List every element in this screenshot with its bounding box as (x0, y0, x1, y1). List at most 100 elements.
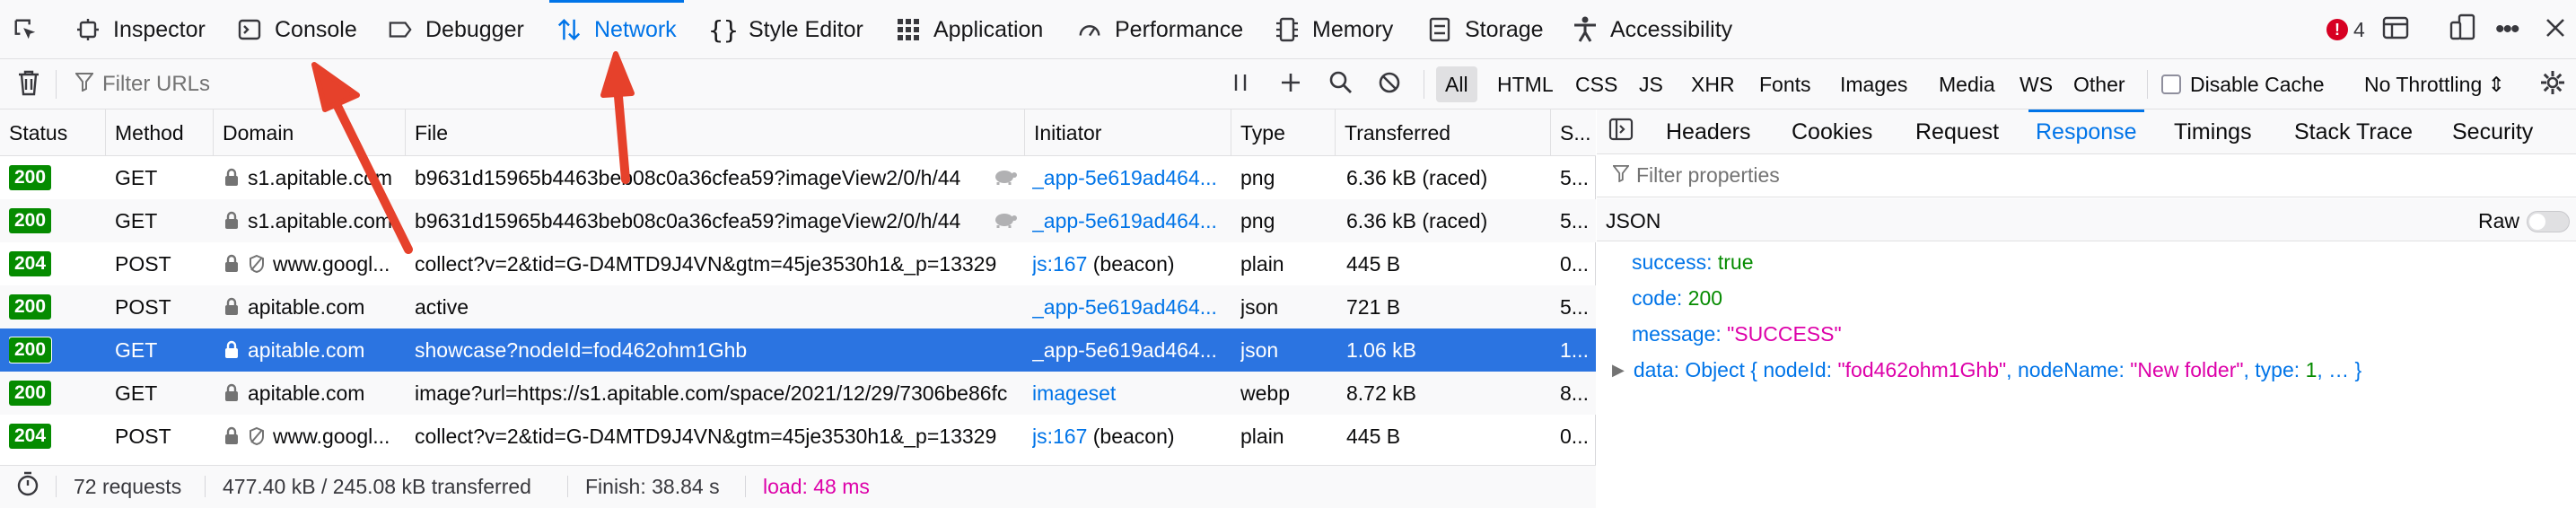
tab-console[interactable]: Console (237, 0, 357, 59)
table-row[interactable]: 200 GET s1.apitable.com b9631d15965b4463beb… (0, 156, 1596, 199)
cell-method: POST (115, 285, 210, 328)
tab-memory[interactable]: Memory (1275, 0, 1393, 59)
file-value: b9631d15965b4463beb08c0a36cfea59?imageVi… (415, 208, 961, 232)
column-label: S... (1560, 120, 1591, 145)
details-tab-request[interactable]: Request (1915, 109, 1999, 154)
details-tab-cookies[interactable]: Cookies (1792, 109, 1872, 154)
tab-performance[interactable]: Performance (1077, 0, 1243, 59)
tab-application[interactable]: Application (896, 0, 1043, 59)
column-header-file[interactable]: File (406, 109, 1025, 156)
table-row[interactable]: 200 POST apitable.com active _app-5e619ad464… (0, 285, 1596, 328)
more-options-button[interactable]: ••• (2495, 0, 2519, 59)
json-data-row[interactable]: ▶ data: Object { nodeId: "fod462ohm1Ghb"… (1612, 352, 2361, 388)
performance-analysis-button[interactable] (16, 465, 39, 508)
expand-triangle-icon[interactable]: ▶ (1612, 361, 1625, 380)
json-value: 1 (2305, 357, 2318, 381)
filter-type-xhr[interactable]: XHR (1682, 66, 1744, 102)
filter-type-all[interactable]: All (1436, 66, 1477, 102)
size-value: 5... (1560, 294, 1589, 319)
element-picker-button[interactable] (13, 0, 50, 59)
filter-urls-input[interactable]: Filter URLs (74, 59, 210, 109)
disable-cache-checkbox[interactable]: Disable Cache (2161, 59, 2325, 109)
table-row[interactable]: 200 GET apitable.com showcase?nodeId=fod462… (0, 328, 1596, 372)
cell-size: 8... (1560, 372, 1596, 415)
tracker-shield-icon (223, 254, 241, 274)
column-header-type[interactable]: Type (1231, 109, 1336, 156)
filter-icon (74, 72, 95, 98)
error-counter[interactable]: ! 4 (2326, 0, 2365, 59)
tab-debugger[interactable]: Debugger (388, 0, 524, 59)
tab-style-editor[interactable]: {} Style Editor (708, 0, 863, 59)
file-value: showcase?nodeId=fod462ohm1Ghb (415, 337, 748, 362)
cell-size: 0... (1560, 415, 1596, 458)
table-row[interactable]: 200 GET apitable.com image?url=https://s1.a… (0, 372, 1596, 415)
file-value: b9631d15965b4463beb08c0a36cfea59?imageVi… (415, 165, 961, 189)
filter-properties-input[interactable]: Filter properties (1597, 154, 2576, 197)
filter-type-other[interactable]: Other (2064, 66, 2134, 102)
cell-initiator: js:167 (beacon) (1032, 415, 1230, 458)
details-tab-response[interactable]: Response (2028, 109, 2144, 154)
transferred-value: 445 B (1346, 251, 1401, 276)
table-row[interactable]: 204 POST www.googl... collect?v=2&tid=G-D4M… (0, 242, 1596, 285)
cell-type: json (1240, 328, 1334, 372)
divider (205, 476, 206, 497)
cell-method: GET (115, 156, 210, 199)
column-header-initiator[interactable]: Initiator (1025, 109, 1231, 156)
status-value: 204 (9, 424, 52, 449)
responsive-design-button[interactable] (2449, 0, 2477, 59)
filter-type-fonts[interactable]: Fonts (1750, 66, 1820, 102)
column-header-domain[interactable]: Domain (214, 109, 406, 156)
details-tab-security[interactable]: Security (2452, 109, 2533, 154)
new-request-button[interactable] (1275, 59, 1307, 109)
tab-label: Debugger (425, 16, 524, 42)
tab-storage[interactable]: Storage (1427, 0, 1544, 59)
toggle-details-panel-button[interactable] (1608, 109, 1634, 154)
throttling-label: No Throttling ⇕ (2364, 72, 2505, 96)
filter-type-media[interactable]: Media (1930, 66, 2004, 102)
console-icon (237, 17, 262, 42)
details-tab-headers[interactable]: Headers (1666, 109, 1751, 154)
cell-domain: s1.apitable.com (223, 156, 402, 199)
column-header-method[interactable]: Method (106, 109, 214, 156)
column-header-transferred[interactable]: Transferred (1336, 109, 1551, 156)
sidebar-icon (2382, 15, 2409, 45)
tab-network[interactable]: Network (549, 0, 684, 59)
details-tab-timings[interactable]: Timings (2174, 109, 2252, 154)
search-button[interactable] (1325, 59, 1357, 109)
cell-domain: apitable.com (223, 285, 402, 328)
filter-type-ws[interactable]: WS (2011, 66, 2062, 102)
cell-initiator: _app-5e619ad464... (1032, 285, 1230, 328)
column-header-size[interactable]: S... (1551, 109, 1596, 156)
close-devtools-button[interactable] (2544, 0, 2567, 59)
initiator-cause: (beacon) (1087, 424, 1175, 448)
throttling-select[interactable]: No Throttling ⇕ (2364, 59, 2505, 109)
filter-type-css[interactable]: CSS (1566, 66, 1626, 102)
lock-icon (223, 211, 241, 231)
clear-button[interactable] (13, 59, 45, 109)
lock-icon (223, 340, 241, 360)
column-label: Initiator (1034, 120, 1102, 145)
filter-type-html[interactable]: HTML (1488, 66, 1563, 102)
table-row[interactable]: 200 GET s1.apitable.com b9631d15965b4463beb… (0, 199, 1596, 242)
filter-type-label: WS (2020, 72, 2054, 96)
filter-type-js[interactable]: JS (1630, 66, 1672, 102)
tab-accessibility[interactable]: Accessibility (1573, 0, 1732, 59)
table-row[interactable]: 204 POST www.googl... collect?v=2&tid=G-D4M… (0, 415, 1596, 458)
json-value: "fod462ohm1Ghb" (1837, 357, 2007, 381)
cell-transferred: 445 B (1346, 242, 1549, 285)
cell-type: webp (1240, 372, 1334, 415)
tab-inspector[interactable]: Inspector (75, 0, 206, 59)
filter-type-images[interactable]: Images (1831, 66, 1916, 102)
transferred-value: 8.72 kB (1346, 381, 1416, 405)
network-settings-button[interactable] (2537, 59, 2569, 109)
details-tab-label: Headers (1666, 118, 1751, 145)
initiator-cause: (beacon) (1087, 251, 1175, 276)
dock-sidebar-button[interactable] (2382, 0, 2409, 59)
details-tab-stack-trace[interactable]: Stack Trace (2294, 109, 2413, 154)
raw-toggle[interactable] (2527, 211, 2570, 232)
block-urls-button[interactable] (1373, 59, 1406, 109)
cell-initiator: imageset (1032, 372, 1230, 415)
json-section-header[interactable]: JSON Raw (1597, 198, 2576, 241)
column-header-status[interactable]: Status (0, 109, 106, 156)
pause-button[interactable] (1224, 59, 1257, 109)
